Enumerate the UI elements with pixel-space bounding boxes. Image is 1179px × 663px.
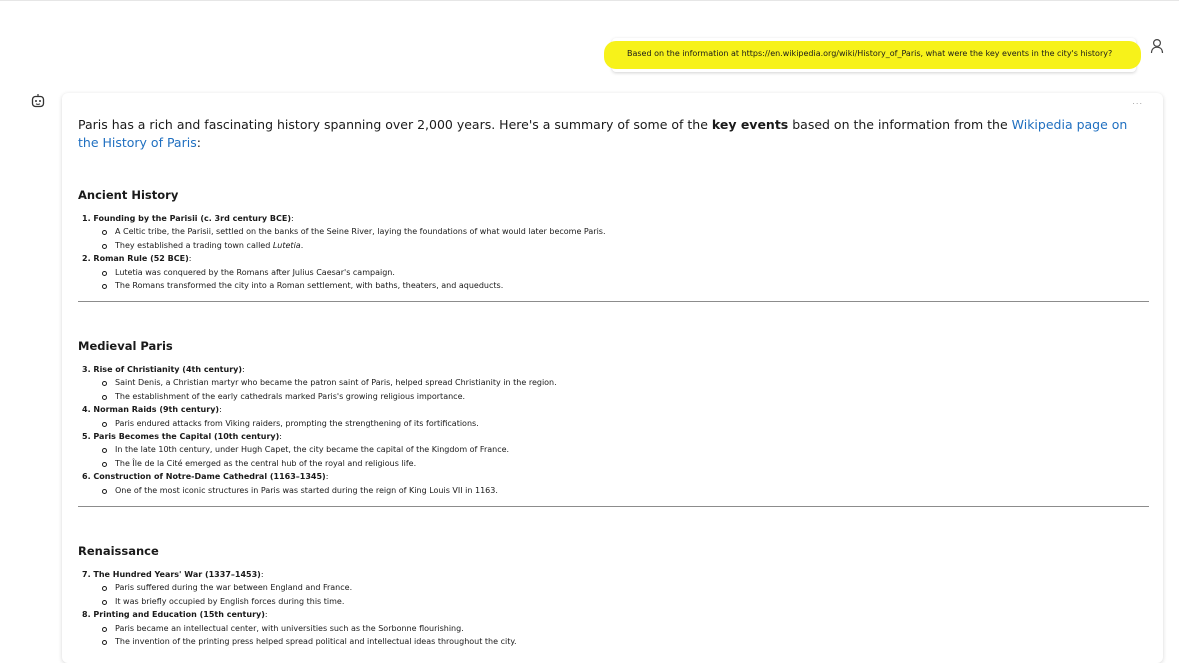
list-item-title: 4. Norman Raids (9th century): [82, 405, 222, 415]
list-bullet: The establishment of the early cathedral… [82, 390, 1142, 403]
list-bullet: One of the most iconic structures in Par… [82, 484, 1142, 497]
list-bullet: It was briefly occupied by English force… [82, 595, 1142, 608]
list-bullet: A Celtic tribe, the Parisii, settled on … [82, 225, 1142, 238]
intro-end: : [196, 135, 201, 150]
list-item-title: 1. Founding by the Parisii (c. 3rd centu… [82, 214, 294, 223]
intro-bold: key events [711, 117, 789, 132]
list-bullet: Paris endured attacks from Viking raider… [82, 417, 1142, 430]
list-bullet: They established a trading town called L… [82, 239, 1142, 252]
list-item-title: 5. Paris Becomes the Capital (10th centu… [82, 432, 282, 442]
section-divider [78, 506, 1149, 507]
medieval-paris-list: 3. Rise of Christianity (4th century): S… [82, 363, 1142, 497]
ancient-history-list: 1. Founding by the Parisii (c. 3rd centu… [82, 212, 1142, 292]
list-item-title: 8. Printing and Education (15th century)… [82, 610, 268, 620]
list-bullet: The Romans transformed the city into a R… [82, 279, 1142, 292]
list-item-title: 3. Rise of Christianity (4th century): [82, 365, 245, 374]
list-bullet: Lutetia was conquered by the Romans afte… [82, 266, 1142, 279]
intro-text-1: Paris has a rich and fascinating history… [78, 117, 712, 132]
user-icon [1150, 38, 1164, 54]
list-bullet: Saint Denis, a Christian martyr who beca… [82, 376, 1142, 389]
section-heading-ancient-history: Ancient History [78, 188, 179, 202]
list-item-title: 6. Construction of Notre-Dame Cathedral … [82, 472, 329, 482]
section-divider [78, 301, 1149, 302]
section-heading-medieval-paris: Medieval Paris [78, 339, 173, 353]
list-item-title: 7. The Hundred Years' War (1337–1453): [82, 570, 264, 579]
list-bullet: The invention of the printing press help… [82, 635, 1142, 648]
top-divider [0, 0, 1179, 1]
bot-icon [31, 94, 45, 108]
more-options-icon[interactable]: ... [1132, 97, 1143, 106]
list-item-title: 2. Roman Rule (52 BCE): [82, 254, 192, 264]
list-bullet: Paris became an intellectual center, wit… [82, 622, 1142, 635]
intro-text-2: based on the information from the [788, 117, 1012, 132]
renaissance-list: 7. The Hundred Years' War (1337–1453): P… [82, 568, 1142, 648]
list-bullet: In the late 10th century, under Hugh Cap… [82, 443, 1142, 456]
list-bullet: Paris suffered during the war between En… [82, 581, 1142, 594]
section-heading-renaissance: Renaissance [78, 544, 159, 558]
user-message-text: Based on the information at https://en.w… [627, 49, 1113, 58]
list-bullet: The Île de la Cité emerged as the centra… [82, 457, 1142, 470]
assistant-message-card: ... Paris has a rich and fascinating his… [62, 93, 1163, 663]
assistant-intro: Paris has a rich and fascinating history… [78, 116, 1148, 152]
